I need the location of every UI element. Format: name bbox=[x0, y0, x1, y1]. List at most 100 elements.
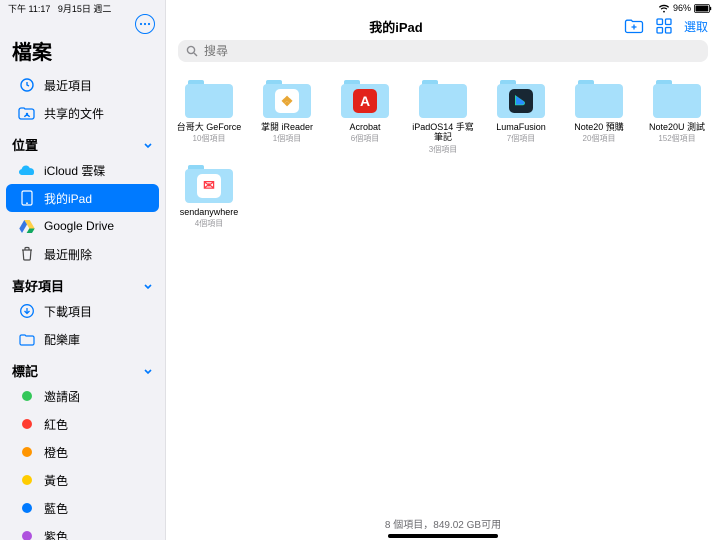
folder-icon: ❖ bbox=[263, 80, 311, 118]
folder-subtitle: 10個項目 bbox=[193, 133, 226, 144]
folder-subtitle: 20個項目 bbox=[583, 133, 616, 144]
tag-dot-icon bbox=[18, 471, 36, 489]
folder-name: Acrobat bbox=[349, 122, 380, 132]
folder-item[interactable]: iPadOS14 手寫筆記3個項目 bbox=[406, 80, 480, 155]
status-bar-right: 96% bbox=[166, 0, 720, 14]
folder-name: 掌閱 iReader bbox=[261, 122, 313, 132]
folder-icon: A bbox=[341, 80, 389, 118]
sidebar-item-label: 邀請函 bbox=[44, 388, 80, 405]
sidebar-item-label: 最近項目 bbox=[44, 77, 92, 94]
footer-status: 8 個項目，849.02 GB可用 bbox=[166, 512, 720, 533]
search-bar[interactable] bbox=[178, 40, 708, 62]
tag-dot-icon bbox=[18, 499, 36, 517]
sidebar-tag-red[interactable]: 紅色 bbox=[6, 410, 159, 438]
sidebar-item-label: 最近刪除 bbox=[44, 246, 92, 263]
folder-subtitle: 4個項目 bbox=[195, 218, 223, 229]
google-drive-icon bbox=[18, 217, 36, 235]
folder-icon bbox=[185, 80, 233, 118]
folder-item[interactable]: ✉ sendanywhere4個項目 bbox=[172, 165, 246, 229]
icloud-icon bbox=[18, 161, 36, 179]
folder-item[interactable]: A Acrobat6個項目 bbox=[328, 80, 402, 155]
sidebar-item-label: 我的iPad bbox=[44, 190, 92, 207]
folder-item[interactable]: Note20 預購20個項目 bbox=[562, 80, 636, 155]
clock-icon bbox=[18, 76, 36, 94]
sidebar-item-label: iCloud 雲碟 bbox=[44, 162, 105, 179]
sidebar-item-label: 橙色 bbox=[44, 444, 68, 461]
trash-icon bbox=[18, 245, 36, 263]
sidebar-tag-purple[interactable]: 紫色 bbox=[6, 522, 159, 540]
folder-item[interactable]: Note20U 測試152個項目 bbox=[640, 80, 714, 155]
sidebar-tag-blue[interactable]: 藍色 bbox=[6, 494, 159, 522]
sidebar-section-tags[interactable]: 標記 bbox=[0, 353, 165, 382]
sidebar-ipad[interactable]: 我的iPad bbox=[6, 184, 159, 212]
sidebar-tag-invite[interactable]: 邀請函 bbox=[6, 382, 159, 410]
folder-name: 台哥大 GeForce bbox=[177, 122, 242, 132]
home-indicator[interactable] bbox=[388, 534, 498, 538]
battery-percent: 96% bbox=[673, 3, 691, 13]
sidebar-item-label: 紫色 bbox=[44, 528, 68, 540]
folder-item[interactable]: LumaFusion7個項目 bbox=[484, 80, 558, 155]
sidebar-item-label: 下載項目 bbox=[44, 303, 92, 320]
folder-subtitle: 6個項目 bbox=[351, 133, 379, 144]
download-icon bbox=[18, 302, 36, 320]
sidebar-recent[interactable]: 最近項目 bbox=[6, 71, 159, 99]
sidebar: 下午 11:17 9月15日 週二 檔案 最近項目 共享的文件 位置 bbox=[0, 0, 166, 540]
folder-icon bbox=[18, 330, 36, 348]
folder-grid: 台哥大 GeForce10個項目 ❖ 掌閱 iReader1個項目 A Acrobat6… bbox=[166, 70, 720, 512]
new-folder-button[interactable] bbox=[624, 16, 644, 36]
sidebar-icloud[interactable]: iCloud 雲碟 bbox=[6, 156, 159, 184]
tag-dot-icon bbox=[18, 527, 36, 540]
status-date: 9月15日 週二 bbox=[58, 4, 112, 14]
sidebar-downloads[interactable]: 下載項目 bbox=[6, 297, 159, 325]
sidebar-trash[interactable]: 最近刪除 bbox=[6, 240, 159, 268]
sidebar-item-label: 配樂庫 bbox=[44, 331, 80, 348]
folder-name: Note20 預購 bbox=[574, 122, 624, 132]
status-time: 下午 11:17 bbox=[8, 4, 50, 14]
folder-name: LumaFusion bbox=[496, 122, 546, 132]
shared-folder-icon bbox=[18, 104, 36, 122]
sidebar-section-favorites[interactable]: 喜好項目 bbox=[0, 268, 165, 297]
sidebar-tag-orange[interactable]: 橙色 bbox=[6, 438, 159, 466]
chevron-down-icon bbox=[143, 366, 153, 376]
status-bar-left: 下午 11:17 9月15日 週二 bbox=[0, 0, 165, 14]
view-mode-button[interactable] bbox=[654, 16, 674, 36]
sidebar-item-label: Google Drive bbox=[44, 219, 114, 233]
ipad-icon bbox=[18, 189, 36, 207]
tag-dot-icon bbox=[18, 443, 36, 461]
wifi-icon bbox=[658, 4, 670, 13]
folder-subtitle: 1個項目 bbox=[273, 133, 301, 144]
sidebar-item-label: 黃色 bbox=[44, 472, 68, 489]
sidebar-gdrive[interactable]: Google Drive bbox=[6, 212, 159, 240]
folder-item[interactable]: 台哥大 GeForce10個項目 bbox=[172, 80, 246, 155]
sidebar-shared[interactable]: 共享的文件 bbox=[6, 99, 159, 127]
sidebar-item-label: 紅色 bbox=[44, 416, 68, 433]
sidebar-audio[interactable]: 配樂庫 bbox=[6, 325, 159, 353]
folder-subtitle: 152個項目 bbox=[658, 133, 695, 144]
main-header: 我的iPad 選取 bbox=[166, 14, 720, 40]
folder-name: iPadOS14 手寫筆記 bbox=[408, 122, 478, 143]
folder-icon bbox=[497, 80, 545, 118]
sidebar-section-locations[interactable]: 位置 bbox=[0, 127, 165, 156]
chevron-down-icon bbox=[143, 281, 153, 291]
folder-name: Note20U 測試 bbox=[649, 122, 705, 132]
folder-icon: ✉ bbox=[185, 165, 233, 203]
sidebar-more-button[interactable] bbox=[135, 14, 155, 34]
sidebar-tag-yellow[interactable]: 黃色 bbox=[6, 466, 159, 494]
folder-subtitle: 7個項目 bbox=[507, 133, 535, 144]
sidebar-item-label: 共享的文件 bbox=[44, 105, 104, 122]
tag-dot-icon bbox=[18, 387, 36, 405]
chevron-down-icon bbox=[143, 140, 153, 150]
folder-item[interactable]: ❖ 掌閱 iReader1個項目 bbox=[250, 80, 324, 155]
tag-dot-icon bbox=[18, 415, 36, 433]
sidebar-title: 檔案 bbox=[0, 34, 165, 71]
select-button[interactable]: 選取 bbox=[684, 18, 708, 35]
battery-icon bbox=[694, 4, 712, 13]
sidebar-item-label: 藍色 bbox=[44, 500, 68, 517]
folder-name: sendanywhere bbox=[180, 207, 239, 217]
folder-icon bbox=[575, 80, 623, 118]
folder-icon bbox=[653, 80, 701, 118]
search-input[interactable] bbox=[204, 44, 700, 58]
folder-subtitle: 3個項目 bbox=[429, 144, 457, 155]
folder-icon bbox=[419, 80, 467, 118]
search-icon bbox=[186, 45, 198, 57]
